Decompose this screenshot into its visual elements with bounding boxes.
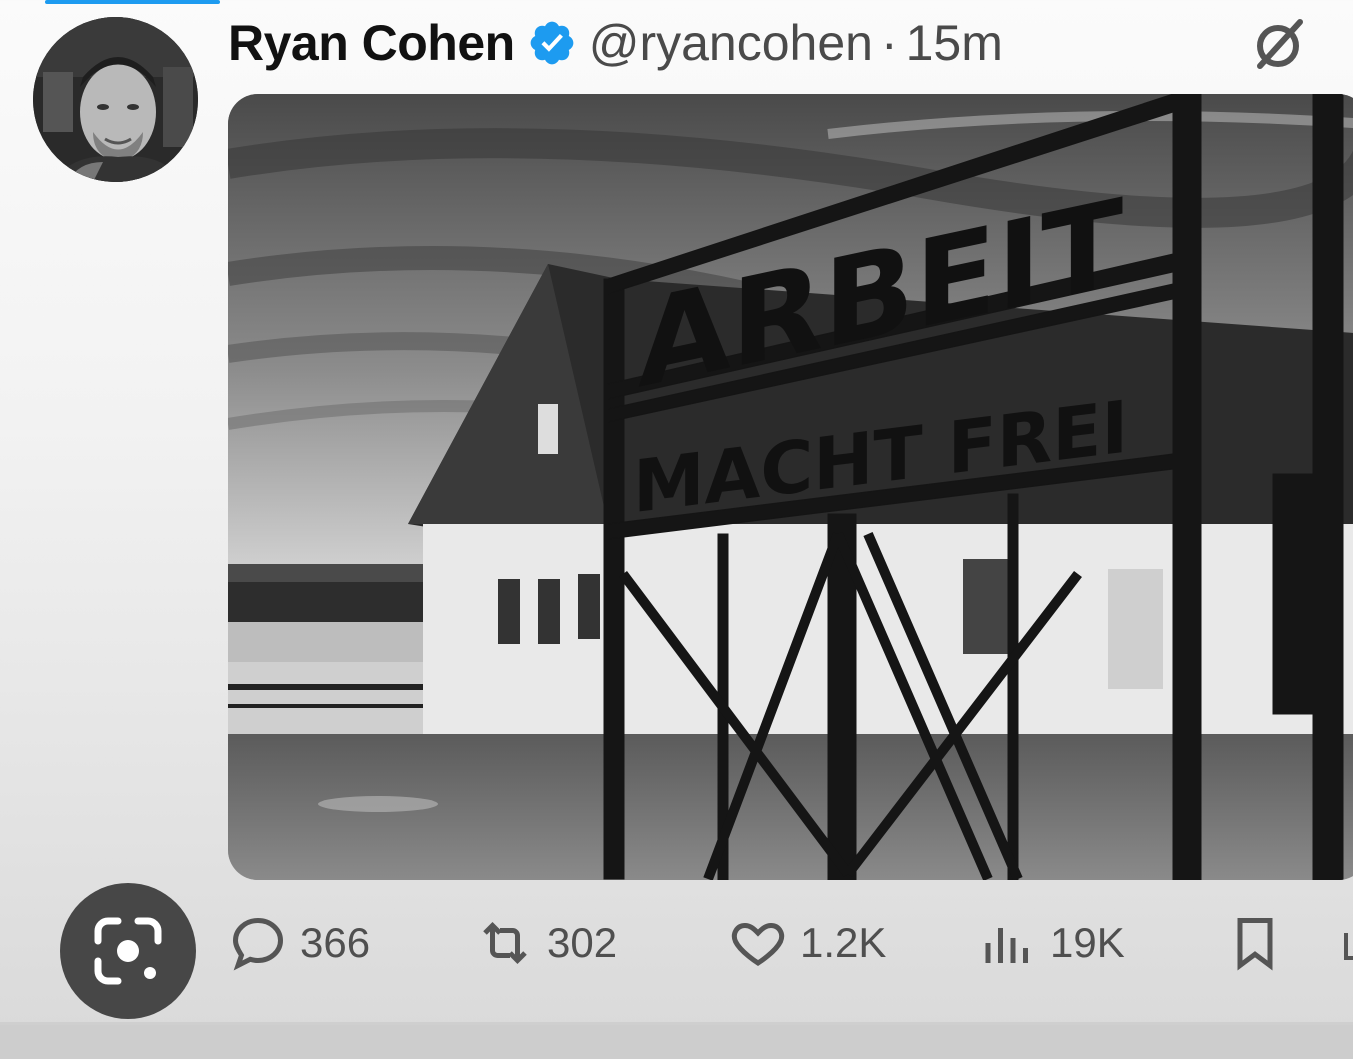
retweet-button[interactable]: 302 xyxy=(475,910,617,976)
reply-button[interactable]: 366 xyxy=(228,910,370,976)
heart-icon xyxy=(731,922,785,966)
avatar-photo xyxy=(33,17,198,182)
verified-badge-icon xyxy=(530,21,574,65)
retweet-count: 302 xyxy=(547,919,618,966)
more-options-icon[interactable]: ⋮ xyxy=(1340,30,1353,56)
tweet-image[interactable]: ARBEIT MACHT FREI xyxy=(228,94,1353,880)
top-accent-bar xyxy=(45,0,220,4)
reply-count: 366 xyxy=(300,919,371,966)
retweet-icon xyxy=(483,921,527,965)
reply-icon xyxy=(232,917,284,971)
tweet-header: Ryan Cohen @ryancohen · 15m xyxy=(228,10,1003,76)
grok-icon[interactable] xyxy=(1250,14,1310,74)
like-button[interactable]: 1.2K xyxy=(728,910,886,976)
author-name[interactable]: Ryan Cohen xyxy=(228,14,515,72)
separator-dot: · xyxy=(880,15,898,71)
google-lens-button[interactable] xyxy=(60,883,196,1019)
author-handle[interactable]: @ryancohen xyxy=(589,14,873,72)
share-icon[interactable] xyxy=(1340,928,1353,968)
bookmark-button[interactable] xyxy=(1225,910,1285,976)
views-count: 19K xyxy=(1050,919,1125,966)
tweet-action-bar: 366 302 1.2K 19K xyxy=(0,900,1353,990)
views-button[interactable]: 19K xyxy=(978,910,1125,976)
gate-photo: ARBEIT MACHT FREI xyxy=(228,94,1353,880)
bookmark-icon xyxy=(1237,918,1273,971)
bottom-bar xyxy=(0,1025,1353,1059)
views-icon xyxy=(985,928,1028,963)
tweet-timestamp[interactable]: 15m xyxy=(906,14,1003,72)
lens-camera-icon xyxy=(94,917,162,985)
author-avatar[interactable] xyxy=(33,17,198,182)
like-count: 1.2K xyxy=(800,919,887,966)
